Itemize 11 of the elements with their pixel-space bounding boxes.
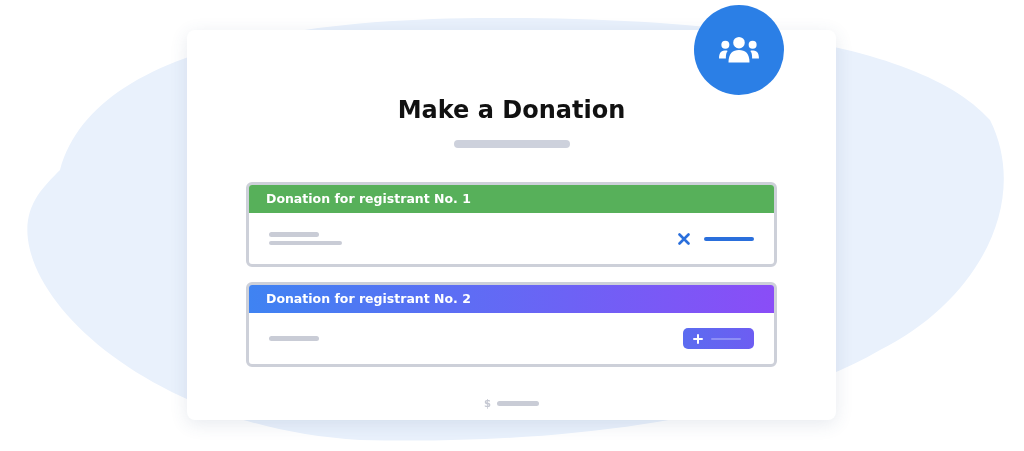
plus-icon xyxy=(693,333,703,344)
registrant-heading: Donation for registrant No. 2 xyxy=(249,285,774,313)
close-icon[interactable] xyxy=(678,232,690,245)
add-button[interactable] xyxy=(683,328,754,349)
currency-symbol: $ xyxy=(484,398,491,409)
people-icon xyxy=(718,36,760,64)
amount-placeholder xyxy=(704,236,754,241)
registrant-heading: Donation for registrant No. 1 xyxy=(249,185,774,213)
form-title: Make a Donation xyxy=(397,95,626,126)
total-placeholder xyxy=(497,401,539,406)
text-placeholder xyxy=(269,336,319,341)
